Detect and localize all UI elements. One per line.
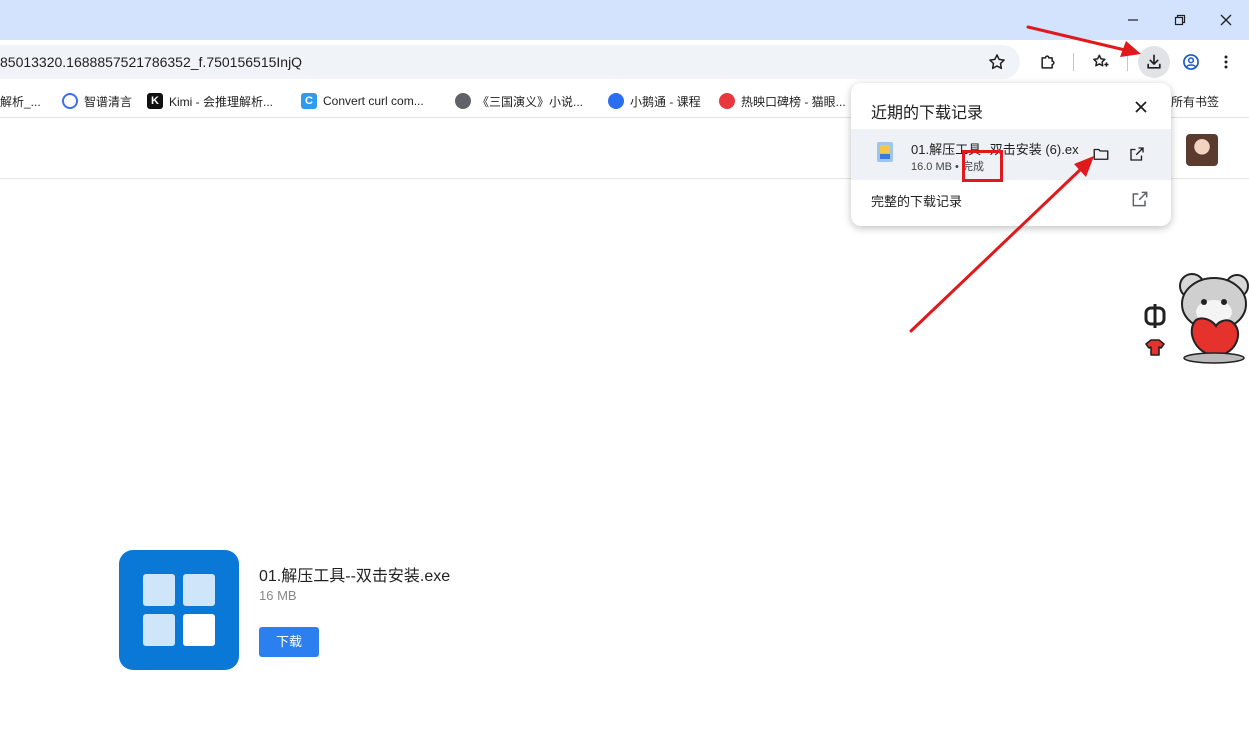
meta-separator: •	[955, 161, 959, 173]
chinese-input-icon	[1144, 304, 1166, 328]
maoyan-icon	[719, 93, 735, 109]
bookmark-item[interactable]: K Kimi - 会推理解析...	[147, 91, 273, 111]
bookmark-star-button[interactable]	[981, 46, 1013, 78]
close-window-button[interactable]	[1203, 5, 1249, 35]
full-download-history-link[interactable]: 完整的下载记录	[871, 191, 962, 210]
all-bookmarks[interactable]: 所有书签	[1171, 91, 1219, 111]
bookmark-label: 智谱清言	[84, 94, 133, 109]
more-vert-icon	[1224, 55, 1228, 69]
bookmark-label: 小鹅通 - 课程	[630, 94, 701, 109]
open-file-button[interactable]	[1124, 141, 1150, 167]
close-icon	[1135, 101, 1147, 113]
open-external-icon[interactable]	[1130, 189, 1150, 209]
restore-icon	[1174, 14, 1186, 26]
downloads-panel-title: 近期的下载记录	[871, 105, 984, 122]
account-icon	[1183, 54, 1199, 70]
file-size: 16 MB	[259, 588, 297, 603]
address-bar[interactable]: 85013320.1688857521786352_f.750156515Inj…	[0, 45, 1020, 79]
bookmark-label: 热映口碑榜 - 猫眼...	[741, 94, 846, 109]
file-name: 01.解压工具--双击安装.exe	[259, 568, 451, 585]
kimi-icon: K	[147, 93, 163, 109]
status-highlight-box	[962, 150, 1003, 182]
download-button[interactable]: 下载	[259, 627, 319, 657]
extensions-button[interactable]	[1032, 46, 1064, 78]
bookmark-label: 解析_...	[0, 94, 41, 109]
xiaoe-icon	[608, 93, 624, 109]
puzzle-icon	[1041, 55, 1055, 69]
bookmark-label: Kimi - 会推理解析...	[169, 94, 273, 109]
folder-icon	[1093, 148, 1109, 160]
downloads-close-button[interactable]	[1129, 95, 1153, 119]
bookmark-label: Convert curl com...	[323, 94, 424, 108]
restore-button[interactable]	[1157, 5, 1203, 35]
user-avatar[interactable]	[1186, 134, 1218, 166]
curl-icon: C	[301, 93, 317, 109]
bookmark-item[interactable]: 小鹅通 - 课程	[608, 91, 701, 111]
hamster-mascot	[1179, 273, 1249, 364]
download-item-size: 16.0 MB	[911, 161, 952, 173]
mascot-widget[interactable]	[1140, 270, 1249, 365]
toolbar-divider	[1073, 53, 1074, 71]
reading-list-button[interactable]	[1085, 46, 1117, 78]
toolbar-divider	[1127, 53, 1128, 71]
close-icon	[1220, 14, 1232, 26]
download-icon	[1147, 54, 1161, 69]
open-external-icon	[1130, 147, 1144, 161]
minimize-button[interactable]	[1110, 5, 1156, 35]
title-bar	[0, 0, 1249, 40]
globe-icon	[455, 93, 471, 109]
download-item[interactable]: 01.解压工具--双击安装 (6).exe 16.0 MB • 完成	[851, 129, 1171, 180]
installer-file-icon	[877, 142, 893, 162]
show-in-folder-button[interactable]	[1088, 141, 1114, 167]
bookmark-item[interactable]: 《三国演义》小说...	[455, 91, 583, 111]
profile-button[interactable]	[1175, 46, 1207, 78]
skin-shirt-icon	[1145, 339, 1165, 356]
bookmark-label: 所有书签	[1171, 94, 1220, 109]
bookmark-item[interactable]: 智谱清言	[62, 91, 132, 111]
bookmark-item[interactable]: 热映口碑榜 - 猫眼...	[719, 91, 846, 111]
minimize-icon	[1128, 19, 1138, 21]
toolbar: 85013320.1688857521786352_f.750156515Inj…	[0, 40, 1249, 84]
bookmark-label: 《三国演义》小说...	[477, 94, 584, 109]
downloads-panel: 近期的下载记录 01.解压工具--双击安装 (6).exe 16.0 MB • …	[851, 83, 1171, 226]
url-text[interactable]: 85013320.1688857521786352_f.750156515Inj…	[0, 45, 302, 79]
zhipu-icon	[62, 93, 78, 109]
bookmark-item[interactable]: 解析_...	[0, 91, 41, 111]
bookmark-item[interactable]: C Convert curl com...	[301, 91, 424, 111]
downloads-button[interactable]	[1138, 46, 1170, 78]
windows-app-icon	[119, 550, 239, 670]
menu-button[interactable]	[1210, 46, 1242, 78]
star-list-icon	[1093, 54, 1109, 67]
star-icon	[989, 54, 1005, 70]
